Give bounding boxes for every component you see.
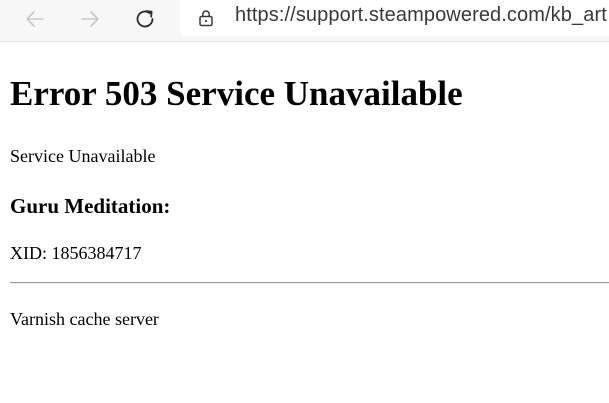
page-content: Error 503 Service Unavailable Service Un… <box>0 42 609 403</box>
forward-button[interactable] <box>76 5 104 33</box>
divider <box>10 282 609 284</box>
error-message: Service Unavailable <box>10 146 156 166</box>
address-bar[interactable]: https://support.steampowered.com/kb_art <box>180 0 609 36</box>
back-button[interactable] <box>21 5 49 33</box>
arrow-left-icon <box>26 11 44 27</box>
reload-button[interactable] <box>131 5 159 33</box>
guru-meditation-heading: Guru Meditation: <box>10 194 171 218</box>
reload-icon <box>136 10 154 28</box>
lock-icon[interactable] <box>198 9 214 27</box>
server-footer: Varnish cache server <box>10 309 159 329</box>
arrow-right-icon <box>81 11 99 27</box>
url-text[interactable]: https://support.steampowered.com/kb_art <box>235 4 607 27</box>
xid-text: XID: 1856384717 <box>10 243 142 263</box>
browser-toolbar: https://support.steampowered.com/kb_art <box>0 0 609 42</box>
error-heading: Error 503 Service Unavailable <box>10 74 463 113</box>
